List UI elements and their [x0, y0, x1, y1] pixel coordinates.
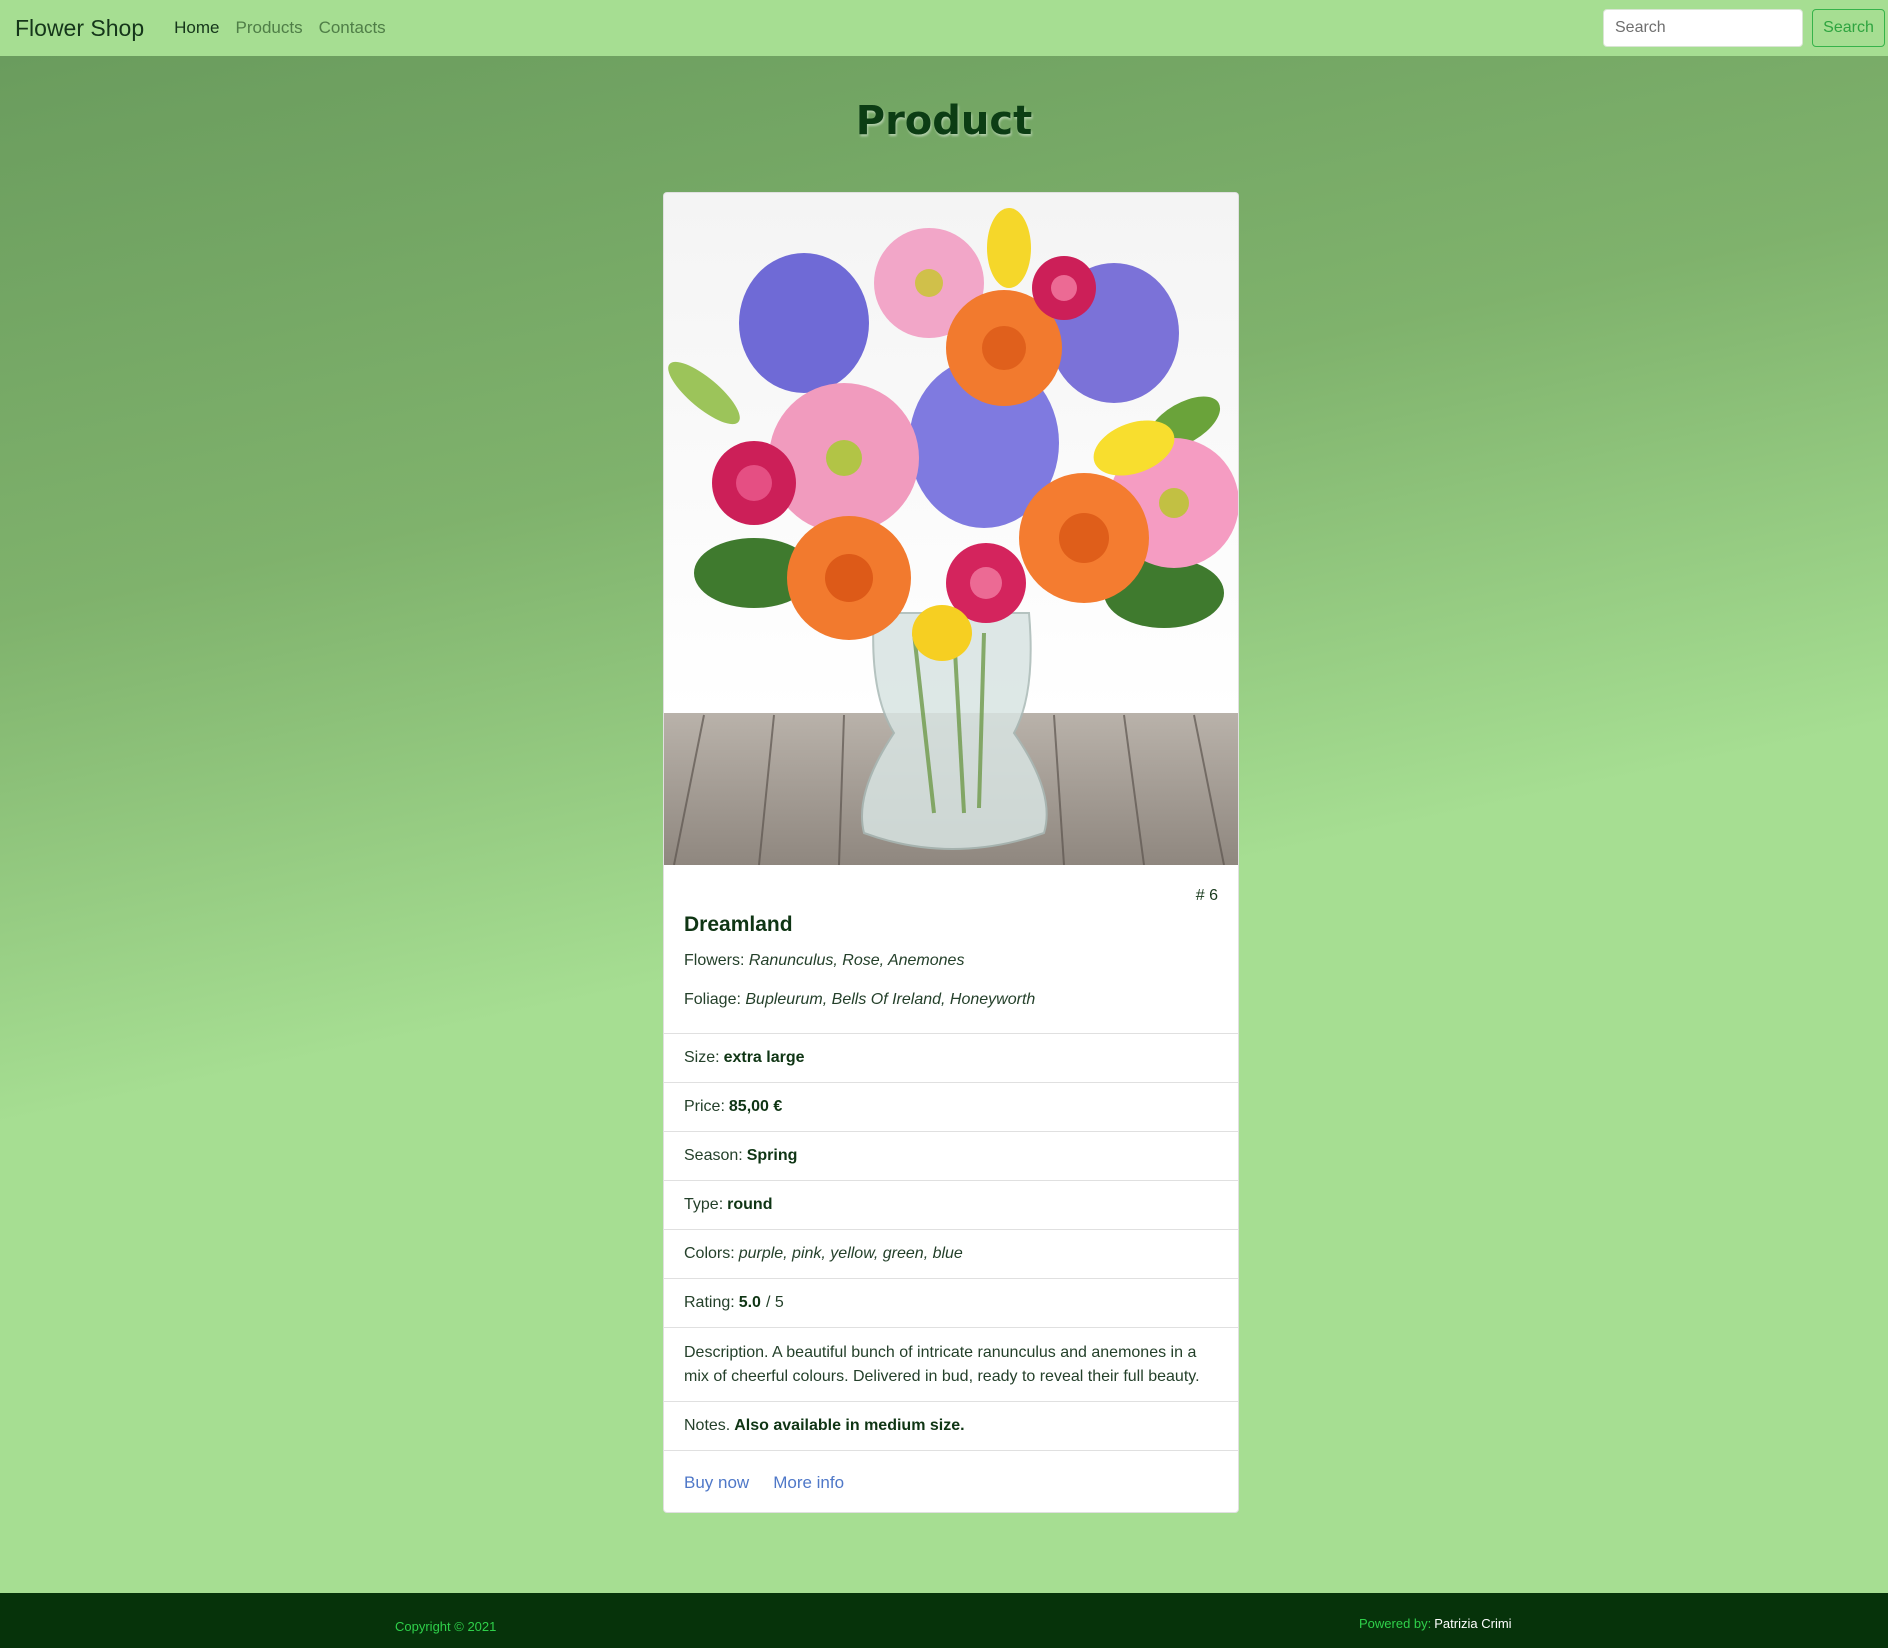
notes-label: Notes.: [684, 1417, 731, 1434]
notes-row: Notes. Also available in medium size.: [664, 1402, 1238, 1451]
price-value: 85,00 €: [728, 1098, 783, 1115]
season-value: Spring: [746, 1147, 798, 1164]
type-label: Type:: [684, 1196, 724, 1213]
price-row: Price: 85,00 €: [664, 1083, 1238, 1132]
rating-label: Rating:: [684, 1294, 735, 1311]
author-name: Patrizia Crimi: [1434, 1616, 1512, 1631]
nav-links: Home Products Contacts: [158, 18, 386, 38]
type-row: Type: round: [664, 1181, 1238, 1230]
footer: Copyright © 2021 Powered by: Patrizia Cri…: [0, 1593, 1888, 1648]
copyright-text: Copyright © 2021: [395, 1619, 497, 1634]
colors-label: Colors:: [684, 1245, 735, 1262]
product-card: # 6 Dreamland Flowers: Ranunculus, Rose,…: [663, 192, 1239, 1513]
nav-link-home[interactable]: Home: [174, 18, 219, 38]
powered-label: Powered by:: [1359, 1616, 1432, 1631]
size-row: Size: extra large: [664, 1034, 1238, 1083]
foliage-label: Foliage:: [684, 991, 741, 1008]
season-label: Season:: [684, 1147, 743, 1164]
flowers-value: Ranunculus, Rose, Anemones: [748, 952, 965, 969]
rating-value: 5.0: [738, 1294, 761, 1311]
nav-link-contacts[interactable]: Contacts: [319, 18, 386, 38]
card-links: Buy now More info: [664, 1451, 1238, 1512]
notes-value: Also available in medium size.: [734, 1417, 965, 1434]
navbar: Flower Shop Home Products Contacts Searc…: [0, 0, 1888, 56]
description-row: Description. A beautiful bunch of intric…: [664, 1328, 1238, 1402]
foliage-value: Bupleurum, Bells Of Ireland, Honeyworth: [745, 991, 1036, 1008]
nav-link-products[interactable]: Products: [235, 18, 302, 38]
powered-by: Powered by: Patrizia Crimi: [1359, 1616, 1512, 1631]
brand-link[interactable]: Flower Shop: [15, 15, 144, 42]
flowers-text: Flowers: Ranunculus, Rose, Anemones: [684, 952, 1218, 970]
product-details-list: Size: extra large Price: 85,00 € Season:…: [664, 1033, 1238, 1451]
price-label: Price:: [684, 1098, 725, 1115]
season-row: Season: Spring: [664, 1132, 1238, 1181]
product-id: # 6: [1195, 887, 1218, 904]
card-body: # 6 Dreamland Flowers: Ranunculus, Rose,…: [664, 865, 1238, 1033]
size-label: Size:: [684, 1049, 720, 1066]
size-value: extra large: [723, 1049, 805, 1066]
description-text: Description. A beautiful bunch of intric…: [684, 1341, 1218, 1389]
description-label: Description.: [684, 1343, 769, 1361]
page-title: Product: [855, 98, 1033, 144]
colors-row: Colors: purple, pink, yellow, green, blu…: [664, 1230, 1238, 1279]
foliage-text: Foliage: Bupleurum, Bells Of Ireland, Ho…: [684, 991, 1218, 1009]
rating-max: / 5: [765, 1294, 784, 1311]
more-info-link[interactable]: More info: [773, 1473, 844, 1493]
flowers-label: Flowers:: [684, 952, 745, 969]
colors-value: purple, pink, yellow, green, blue: [738, 1245, 963, 1262]
search-button[interactable]: Search: [1812, 9, 1885, 47]
type-value: round: [727, 1196, 773, 1213]
product-image: [664, 193, 1238, 865]
search-form: Search: [1603, 9, 1885, 47]
product-name: Dreamland: [684, 913, 793, 936]
search-input[interactable]: [1603, 9, 1803, 47]
rating-row: Rating: 5.0 / 5: [664, 1279, 1238, 1328]
buy-now-link[interactable]: Buy now: [684, 1473, 749, 1493]
